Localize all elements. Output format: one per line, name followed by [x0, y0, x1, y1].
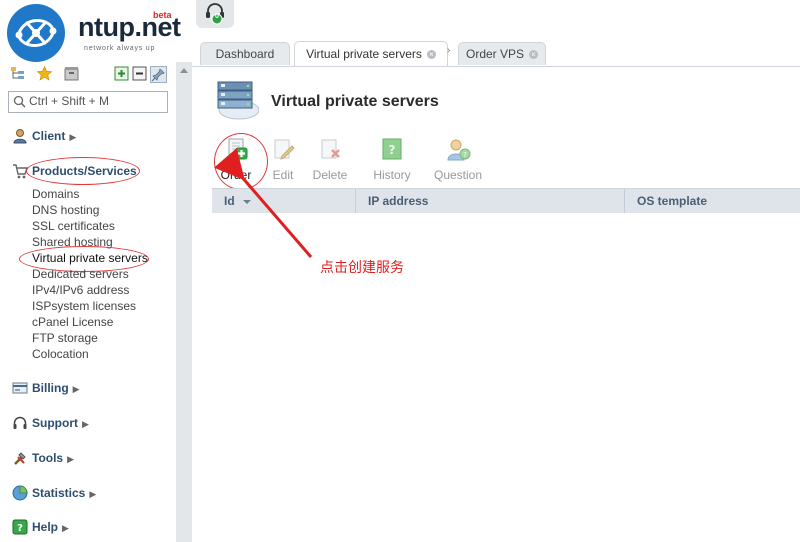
column-header-os-template[interactable]: OS template	[624, 189, 800, 213]
edit-label: Edit	[272, 168, 294, 182]
svg-text:?: ?	[389, 143, 396, 157]
column-header-id[interactable]: Id	[212, 189, 355, 213]
statistics-icon	[12, 485, 28, 501]
svg-text:?: ?	[463, 151, 467, 159]
tree-icon[interactable]	[10, 66, 25, 81]
question-label: Question	[433, 168, 483, 182]
column-label-ip-address: IP address	[368, 194, 429, 208]
sort-desc-icon[interactable]	[243, 199, 252, 204]
sidebar-toolbar	[10, 66, 170, 84]
tab-label-dashboard: Dashboard	[215, 47, 275, 61]
sidebar-item-shared-hosting[interactable]: Shared hosting	[32, 235, 113, 249]
server-cloud-icon	[217, 81, 259, 120]
delete-label: Delete	[312, 168, 348, 182]
chevron-right-icon: ›	[447, 45, 451, 56]
cart-icon	[13, 164, 28, 179]
tab-bar: Dashboard Virtual private servers × › Ord…	[192, 41, 800, 66]
delete-icon	[321, 139, 340, 159]
order-button[interactable]: Order	[218, 138, 254, 182]
notifications-button[interactable]: 0	[196, 0, 234, 28]
sidebar-item-ssl-certificates[interactable]: SSL certificates	[32, 219, 115, 233]
history-label: History	[373, 168, 411, 182]
brand-logo[interactable]: ntup.net beta network always up	[4, 2, 181, 64]
annotation-text: 点击创建服务	[320, 259, 404, 275]
brand-tagline: network always up	[84, 45, 156, 52]
section-label-tools: Tools	[32, 451, 64, 465]
sidebar-item-ftp-storage[interactable]: FTP storage	[32, 331, 98, 345]
edit-button[interactable]: Edit	[268, 138, 298, 182]
chevron-right-icon: ▶	[67, 454, 75, 464]
column-label-id: Id	[224, 194, 235, 208]
beta-badge: beta	[153, 10, 172, 20]
question-button[interactable]: ? Question	[433, 138, 483, 182]
column-label-os-template: OS template	[637, 194, 708, 208]
close-icon[interactable]: ×	[426, 50, 436, 60]
sidebar: ntup.net beta network always up Ctrl + S…	[0, 0, 181, 542]
column-header-ip-address[interactable]: IP address	[355, 189, 624, 213]
section-label-help: Help	[32, 520, 59, 534]
search-icon	[13, 95, 26, 108]
ntup-logo-icon	[7, 4, 65, 62]
sidebar-item-dns-hosting[interactable]: DNS hosting	[32, 203, 99, 217]
help-icon: ?	[12, 519, 28, 535]
table-header: Id IP address OS template	[212, 188, 800, 213]
order-label: Order	[220, 168, 252, 182]
tab-virtual-private-servers[interactable]: Virtual private servers ×	[294, 41, 448, 66]
user-icon	[13, 129, 27, 144]
section-label-client: Client	[32, 129, 66, 143]
notification-count: 0	[215, 13, 219, 20]
tab-dashboard[interactable]: Dashboard	[200, 42, 290, 65]
tab-label-order-vps: Order VPS	[465, 47, 525, 61]
sidebar-scrollbar[interactable]	[176, 62, 192, 542]
chevron-right-icon: ▶	[89, 489, 97, 499]
star-icon[interactable]	[37, 66, 52, 81]
collapse-all-icon[interactable]	[132, 66, 147, 81]
section-label-statistics: Statistics	[32, 486, 86, 500]
delete-button[interactable]: Delete	[312, 138, 348, 182]
billing-icon	[12, 382, 28, 394]
sidebar-search	[8, 91, 168, 113]
tab-label-vps: Virtual private servers	[306, 47, 422, 61]
order-add-icon	[228, 138, 248, 160]
headset-icon	[13, 416, 27, 429]
history-icon: ?	[382, 138, 402, 160]
question-user-icon: ?	[447, 139, 471, 161]
chevron-right-icon: ▶	[62, 523, 69, 533]
tab-order-vps[interactable]: Order VPS ×	[458, 42, 546, 65]
search-input[interactable]	[29, 93, 163, 109]
section-label-products: Products/Services	[32, 164, 137, 178]
section-label-billing: Billing	[32, 381, 69, 395]
edit-icon	[274, 139, 295, 160]
archive-icon[interactable]	[64, 66, 79, 81]
chevron-right-icon: ▶	[82, 419, 89, 429]
sidebar-item-dedicated-servers[interactable]: Dedicated servers	[32, 267, 129, 281]
page-title: Virtual private servers	[271, 93, 439, 110]
section-label-support: Support	[32, 416, 78, 430]
sidebar-item-colocation[interactable]: Colocation	[32, 347, 89, 361]
sidebar-item-ip-address[interactable]: IPv4/IPv6 address	[32, 283, 129, 297]
pin-icon[interactable]	[150, 66, 167, 83]
sidebar-item-vps[interactable]: Virtual private servers	[32, 251, 148, 265]
chevron-right-icon: ▶	[69, 132, 77, 142]
sidebar-item-ispsystem-licenses[interactable]: ISPsystem licenses	[32, 299, 136, 313]
sidebar-item-domains[interactable]: Domains	[32, 187, 79, 201]
chevron-right-icon: ▶	[72, 384, 80, 394]
history-button[interactable]: ? History	[371, 138, 413, 182]
scroll-up-icon[interactable]	[180, 68, 188, 73]
expand-all-icon[interactable]	[114, 66, 129, 81]
svg-text:?: ?	[17, 523, 23, 534]
tools-icon	[14, 452, 26, 465]
close-icon[interactable]: ×	[529, 50, 539, 60]
sidebar-item-cpanel-license[interactable]: cPanel License	[32, 315, 113, 329]
